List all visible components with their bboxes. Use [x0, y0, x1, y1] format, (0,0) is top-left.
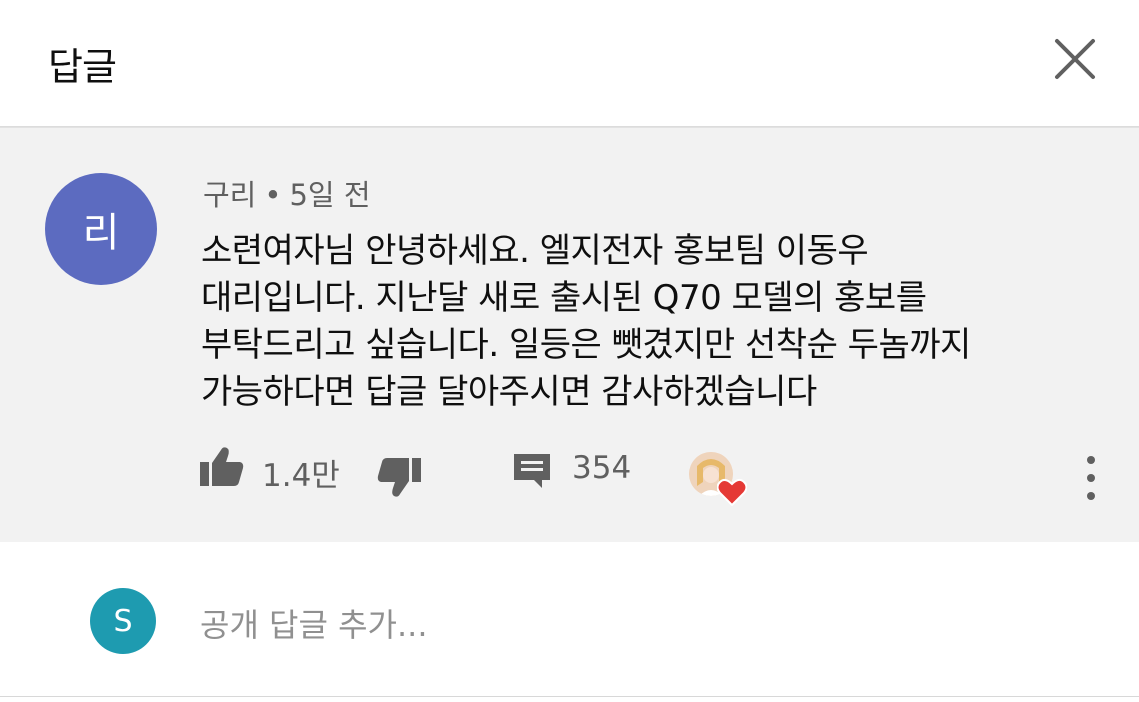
comment-avatar[interactable]: 리 [45, 173, 157, 285]
more-vert-icon [1087, 456, 1095, 500]
close-icon [1055, 39, 1095, 79]
page-title: 답글 [48, 45, 117, 89]
thumbs-up-icon [200, 447, 244, 486]
user-avatar: S [90, 588, 156, 654]
comment-icon [514, 454, 550, 488]
close-button[interactable] [1052, 36, 1098, 82]
comment-line: 대리입니다. 지난달 새로 출시된 Q70 모델의 홍보를 [201, 278, 927, 318]
thumbs-down-icon [377, 458, 421, 497]
like-count: 1.4만 [262, 458, 340, 494]
heart-icon [716, 478, 748, 507]
meta-separator: • [264, 178, 282, 212]
replies-panel: 답글 리 구리 • 5일 전 소련여자님 안녕하세요. 엘지전자 홍보팀 이동우 대… [0, 0, 1139, 702]
reply-input[interactable]: 공개 답글 추가... [200, 600, 1060, 644]
comment-line: 가능하다면 답글 달아주시면 감사하겠습니다 [201, 372, 817, 412]
replies-header: 답글 [0, 0, 1139, 126]
comment-line: 부탁드리고 싶습니다. 일등은 뺏겼지만 선착순 두놈까지 [201, 325, 971, 365]
comment-author[interactable]: 구리 [203, 178, 256, 212]
reply-count: 354 [572, 450, 632, 486]
bottom-divider [0, 696, 1139, 697]
comment-time: 5일 전 [289, 178, 371, 212]
comment-meta: 구리 • 5일 전 [203, 172, 371, 214]
dislike-button[interactable] [377, 458, 421, 498]
comment-card: 리 구리 • 5일 전 소련여자님 안녕하세요. 엘지전자 홍보팀 이동우 대리입니… [0, 128, 1139, 542]
add-reply-bar: S 공개 답글 추가... [0, 542, 1139, 692]
more-options-button[interactable] [1076, 454, 1106, 502]
comment-line: 소련여자님 안녕하세요. 엘지전자 홍보팀 이동우 [201, 231, 869, 271]
creator-heart-badge [689, 452, 751, 507]
like-button[interactable] [200, 446, 244, 486]
comment-actions: 1.4만 354 [0, 444, 1139, 504]
comment-body: 소련여자님 안녕하세요. 엘지전자 홍보팀 이동우 대리입니다. 지난달 새로 … [201, 228, 1101, 416]
reply-button[interactable] [512, 452, 552, 490]
